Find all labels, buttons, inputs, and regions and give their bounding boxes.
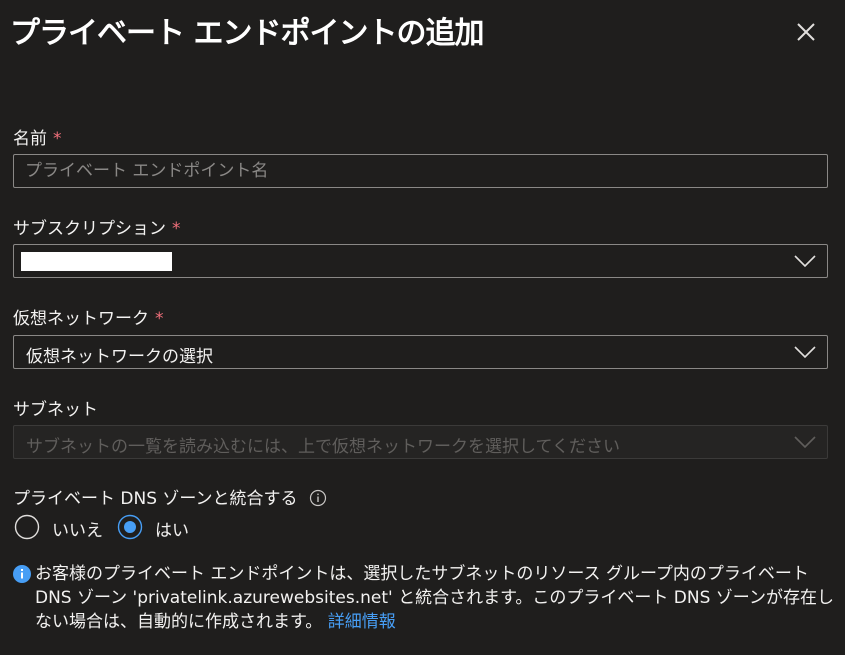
radio-yes-label[interactable]: はい	[155, 516, 189, 541]
subnet-dropdown: サブネットの一覧を読み込むには、上で仮想ネットワークを選択してください	[13, 425, 828, 459]
required-mark: *	[155, 309, 164, 329]
info-text: お客様のプライベート エンドポイントは、選択したサブネットのリソース グループ内…	[35, 564, 834, 632]
chevron-down-icon	[794, 436, 816, 449]
subscription-label: サブスクリプション *	[13, 219, 181, 239]
name-field-box[interactable]	[13, 154, 828, 188]
name-input[interactable]	[14, 155, 827, 187]
dialog-title: プライベート エンドポイントの追加	[10, 16, 484, 51]
vnet-selected-value: 仮想ネットワークの選択	[26, 347, 213, 367]
vnet-label: 仮想ネットワーク *	[13, 309, 164, 329]
name-label: 名前 *	[13, 129, 62, 149]
dns-integration-label: プライベート DNS ゾーンと統合する	[13, 484, 327, 509]
radio-yes[interactable]	[117, 514, 143, 540]
info-icon[interactable]	[309, 489, 327, 507]
learn-more-link[interactable]: 詳細情報	[328, 612, 396, 632]
subnet-label: サブネット	[13, 400, 98, 420]
radio-no[interactable]	[14, 514, 40, 540]
required-mark: *	[53, 129, 62, 149]
radio-no-label[interactable]: いいえ	[52, 516, 103, 541]
info-icon	[13, 565, 31, 583]
required-mark: *	[172, 219, 181, 239]
subscription-dropdown[interactable]	[13, 244, 828, 278]
chevron-down-icon	[794, 346, 816, 359]
close-icon[interactable]	[792, 18, 820, 46]
vnet-dropdown[interactable]: 仮想ネットワークの選択	[13, 335, 828, 369]
redacted-value	[21, 252, 172, 271]
subnet-placeholder: サブネットの一覧を読み込むには、上で仮想ネットワークを選択してください	[26, 437, 620, 457]
chevron-down-icon	[794, 255, 816, 268]
